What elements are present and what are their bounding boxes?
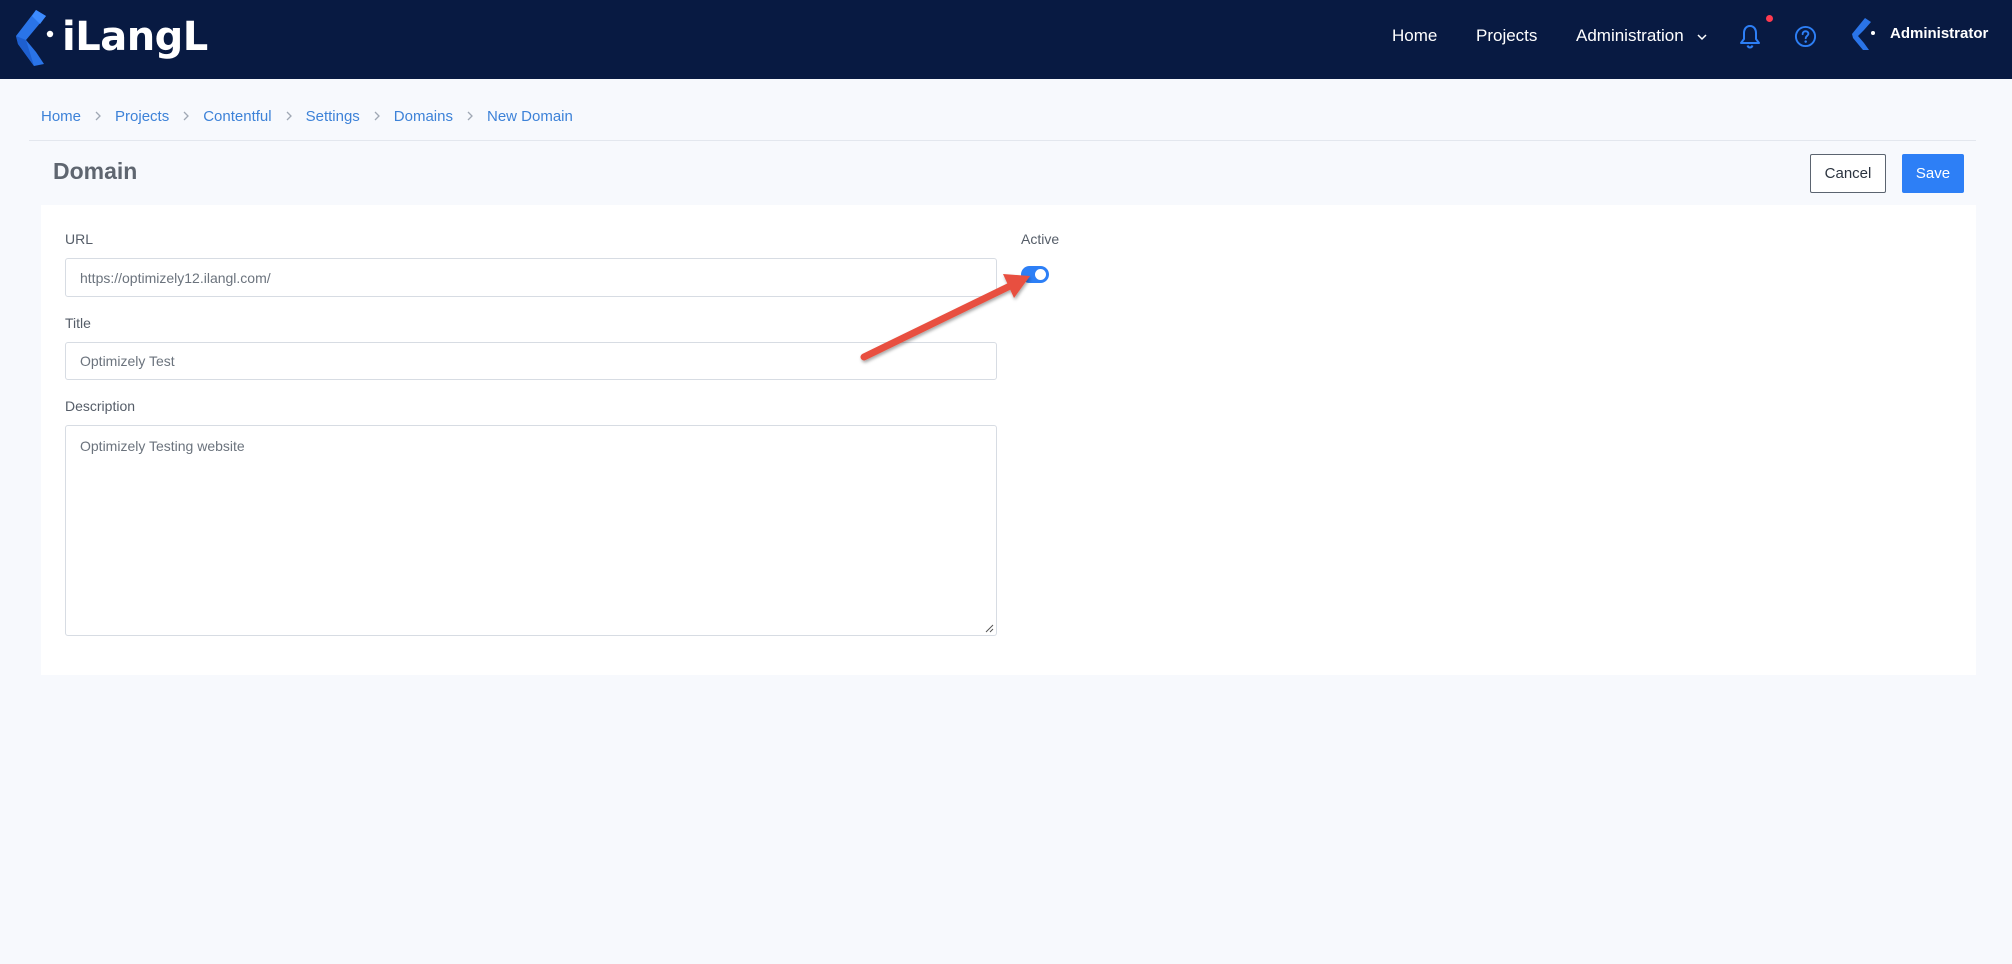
breadcrumb-domains[interactable]: Domains (394, 108, 453, 125)
chevron-right-icon (272, 108, 306, 125)
page-title: Domain (53, 158, 138, 184)
nav-projects[interactable]: Projects (1476, 25, 1537, 47)
toggle-knob (1035, 269, 1046, 280)
title-label: Title (65, 315, 91, 331)
save-button[interactable]: Save (1902, 154, 1964, 193)
title-value: Optimizely Test (80, 353, 175, 369)
url-value: https://optimizely12.ilangl.com/ (80, 269, 271, 286)
resize-handle-icon[interactable] (985, 624, 994, 633)
nav-home[interactable]: Home (1392, 25, 1437, 47)
breadcrumb-contentful[interactable]: Contentful (203, 108, 271, 125)
chevron-right-icon (169, 108, 203, 125)
chevron-right-icon (81, 108, 115, 125)
chevron-down-icon (1697, 33, 1707, 40)
help-circle-icon[interactable] (1794, 25, 1817, 48)
active-toggle[interactable] (1021, 266, 1049, 283)
url-field[interactable]: https://optimizely12.ilangl.com/ (65, 258, 997, 297)
top-navbar: iLangL Home Projects Administration Admi… (0, 0, 2012, 79)
ilangl-logo-icon (16, 10, 54, 66)
logo[interactable]: iLangL (14, 6, 208, 68)
notification-dot (1766, 15, 1773, 22)
breadcrumb-settings[interactable]: Settings (306, 108, 360, 125)
chevron-right-icon (360, 108, 394, 125)
breadcrumb-home[interactable]: Home (41, 108, 81, 125)
url-label: URL (65, 231, 94, 247)
bell-icon[interactable] (1738, 23, 1762, 49)
nav-administration-label: Administration (1576, 26, 1684, 45)
active-label: Active (1021, 231, 1060, 247)
title-field[interactable]: Optimizely Test (65, 342, 997, 380)
nav-administration[interactable]: Administration (1576, 25, 1708, 47)
logo-text: iLangL (62, 14, 208, 60)
description-value: Optimizely Testing website (80, 438, 245, 454)
description-field[interactable]: Optimizely Testing website (65, 425, 997, 636)
breadcrumb-divider (29, 140, 1976, 141)
cancel-button[interactable]: Cancel (1810, 154, 1886, 193)
user-avatar-icon[interactable] (1851, 17, 1877, 51)
breadcrumb: Home Projects Contentful Settings Domain… (41, 106, 573, 126)
description-label: Description (65, 398, 136, 414)
user-name[interactable]: Administrator (1890, 25, 1988, 42)
chevron-right-icon (453, 108, 487, 125)
breadcrumb-projects[interactable]: Projects (115, 108, 169, 125)
breadcrumb-new-domain[interactable]: New Domain (487, 108, 573, 125)
